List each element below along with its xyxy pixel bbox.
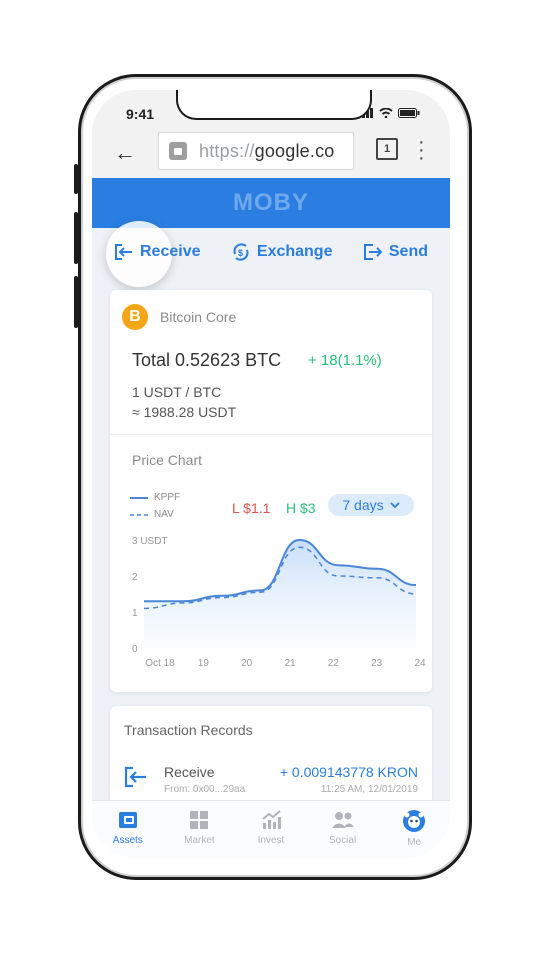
low-value: L $1.1 — [232, 500, 271, 516]
svg-text:$: $ — [238, 248, 243, 258]
tab-social[interactable]: Social — [313, 809, 373, 846]
tab-label-assets: Assets — [112, 835, 143, 846]
wallet-actions: Receive $ Exchange Send — [92, 221, 450, 287]
people-icon — [331, 812, 354, 828]
y-tick-label: 3 USDT — [132, 536, 168, 547]
legend-label-kppf: KPPF — [154, 492, 181, 503]
legend-item-kppf: KPPF — [130, 492, 180, 503]
url-text: https://google.co — [199, 141, 335, 162]
x-tick-label: 22 — [328, 658, 340, 669]
lock-icon — [169, 142, 187, 160]
x-tick-label: 20 — [241, 658, 253, 669]
exchange-label: Exchange — [256, 243, 333, 260]
chart-up-icon — [262, 810, 281, 829]
exchange-button[interactable]: $ Exchange — [231, 242, 333, 262]
send-icon — [363, 244, 383, 260]
receive-button[interactable]: Receive — [106, 221, 201, 287]
tab-assets[interactable]: Assets — [98, 809, 158, 846]
grid-icon — [190, 811, 209, 829]
tab-label-social: Social — [328, 835, 357, 846]
rate-line: 1 USDT / BTC — [132, 384, 222, 400]
transaction-type: Receive — [164, 764, 215, 780]
tab-label-me: Me — [407, 837, 422, 848]
back-arrow-icon[interactable]: ← — [114, 140, 136, 166]
battery-icon — [398, 108, 420, 118]
url-bar[interactable]: https://google.co — [158, 132, 354, 170]
high-value: H $3 — [285, 500, 316, 516]
more-menu-icon[interactable]: · · · — [418, 132, 425, 168]
wifi-icon — [379, 108, 393, 118]
range-dropdown[interactable]: 7 days — [328, 494, 414, 516]
transactions-title: Transaction Records — [124, 722, 253, 738]
avatar-icon — [403, 810, 426, 832]
tab-me[interactable]: Me — [384, 809, 444, 848]
wallet-icon — [118, 812, 137, 828]
x-tick-label: Oct 18 — [145, 658, 175, 669]
balance-change: + 18(1.1%) — [308, 352, 382, 369]
browser-toolbar: ← https://google.co 1 · · · — [92, 130, 450, 178]
y-tick-label: 0 — [132, 644, 138, 655]
phone-screen: 9:41 ← https://google.co 1 · · · MOBY Re… — [92, 90, 450, 858]
transaction-from: From: 0x00...29aa — [164, 784, 246, 795]
transaction-date: 11:25 AM, 12/01/2019 — [320, 784, 418, 795]
x-tick-label: 19 — [198, 658, 210, 669]
bottom-tab-bar: Assets Market Invest Social Me — [92, 800, 450, 858]
app-title: MOBY — [233, 189, 309, 216]
chart-title: Price Chart — [132, 452, 203, 468]
app-header: MOBY — [92, 178, 450, 228]
status-time: 9:41 — [126, 106, 155, 122]
tab-invest[interactable]: Invest — [241, 809, 301, 846]
send-label: Send — [388, 243, 428, 260]
y-tick-label: 1 — [132, 608, 138, 619]
rate-value: ≈ 1988.28 USDT — [132, 404, 237, 420]
url-host: google.co — [254, 140, 335, 161]
card-divider — [110, 434, 432, 435]
send-button[interactable]: Send — [363, 243, 428, 261]
receive-label: Receive — [140, 243, 201, 260]
coin-row: B Bitcoin Core — [122, 304, 236, 330]
wallet-card: B Bitcoin Core Total 0.52623 BTC + 18(1.… — [110, 290, 432, 692]
price-chart: 3 USDT210Oct 18 19 20 21 22 23 24 — [132, 536, 426, 669]
x-tick-label: 23 — [371, 658, 383, 669]
receive-icon — [124, 766, 146, 788]
legend-label-nav: NAV — [154, 509, 174, 520]
legend-item-nav: NAV — [130, 509, 180, 520]
coin-name: Bitcoin Core — [160, 309, 237, 325]
bitcoin-icon: B — [122, 304, 148, 330]
total-balance: Total 0.52623 BTC — [132, 350, 282, 370]
x-tick-label: 24 — [414, 658, 426, 669]
range-label: 7 days — [342, 497, 384, 513]
url-prefix: https:// — [199, 140, 255, 161]
notch — [176, 90, 372, 120]
kppf-area — [144, 540, 416, 648]
tab-label-invest: Invest — [257, 835, 285, 846]
tab-market[interactable]: Market — [169, 809, 229, 846]
chart-legend: KPPF NAV — [130, 492, 180, 526]
y-tick-label: 2 — [132, 572, 138, 583]
chevron-down-icon — [389, 501, 400, 508]
tab-count-button[interactable]: 1 — [376, 138, 398, 160]
tab-label-market: Market — [184, 835, 215, 846]
x-tick-label: 21 — [284, 658, 296, 669]
exchange-icon: $ — [233, 243, 249, 261]
receive-icon — [115, 244, 132, 260]
low-high: L $1.1 H $3 — [232, 500, 316, 516]
transaction-amount: + 0.009143778 KRON — [279, 764, 418, 780]
